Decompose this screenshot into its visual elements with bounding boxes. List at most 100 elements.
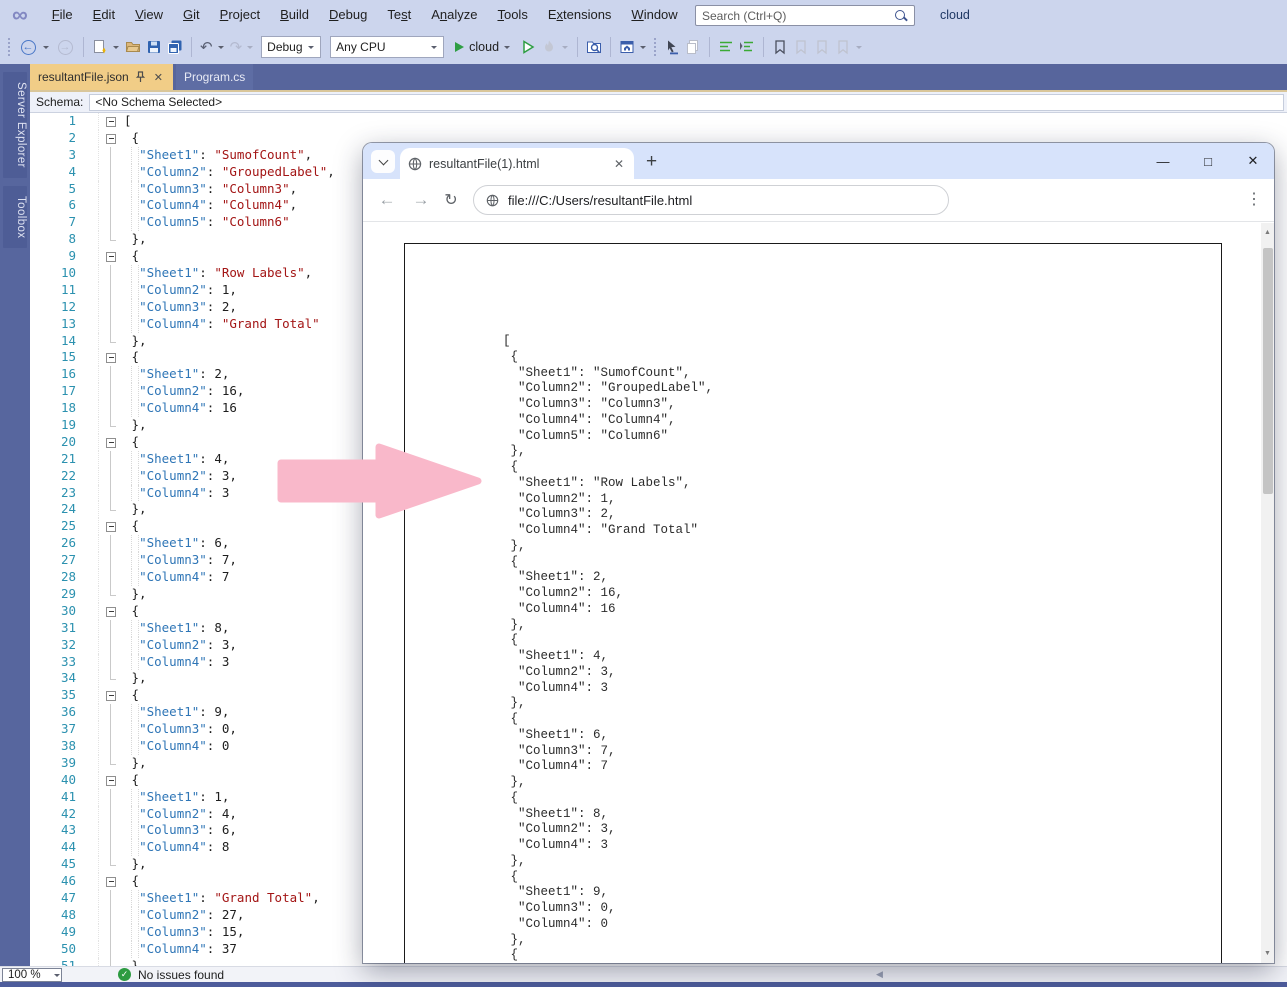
code-text: "Column4": 16	[124, 400, 237, 417]
chevron-down-icon	[562, 46, 568, 52]
scroll-down-icon[interactable]: ▼	[1261, 950, 1274, 957]
browser-scrollbar[interactable]: ▲ ▼	[1261, 223, 1274, 963]
address-bar[interactable]: file:///C:/Users/resultantFile.html	[473, 185, 949, 215]
open-file-icon[interactable]	[125, 39, 141, 55]
navigate-back-icon[interactable]: ←	[18, 36, 38, 58]
menu-view[interactable]: View	[125, 0, 173, 30]
tab-program-cs[interactable]: Program.cs	[176, 64, 253, 90]
browser-window: resultantFile(1).html ✕ + — □ ✕ ← → ↻ fi…	[363, 143, 1274, 963]
forward-button[interactable]: →	[411, 190, 431, 210]
fold-toggle-icon[interactable]	[98, 130, 124, 147]
code-text: },	[124, 856, 147, 873]
menu-window[interactable]: Window	[621, 0, 687, 30]
close-tab-icon[interactable]: ✕	[612, 157, 626, 171]
sidebar-tab-server-explorer[interactable]: Server Explorer	[3, 72, 27, 178]
search-icon[interactable]	[894, 9, 908, 23]
new-project-icon[interactable]	[92, 39, 108, 55]
menu-edit[interactable]: Edit	[83, 0, 125, 30]
schema-select[interactable]: <No Schema Selected>	[89, 94, 1284, 111]
reload-button[interactable]: ↻	[441, 190, 461, 210]
new-tab-button[interactable]: +	[646, 149, 657, 175]
tab-search-button[interactable]	[371, 150, 395, 173]
redo-icon: ↷	[230, 40, 243, 55]
fold-toggle-icon[interactable]	[98, 687, 124, 704]
tab-label: Program.cs	[184, 70, 245, 84]
zoom-select[interactable]: 100 %	[2, 968, 62, 982]
line-number: 17	[30, 383, 90, 400]
json-line: {	[503, 712, 713, 728]
solution-platform-select[interactable]: Any CPU	[330, 36, 444, 58]
toolbar-grip-handle[interactable]	[8, 38, 11, 56]
pin-icon[interactable]	[135, 71, 146, 83]
solution-config-select[interactable]: Debug	[261, 36, 321, 58]
browser-menu-icon[interactable]: ⋮	[1246, 189, 1262, 209]
editor-line[interactable]: 1[	[30, 113, 1287, 130]
new-window-icon[interactable]	[619, 39, 635, 55]
minimize-button[interactable]: —	[1156, 154, 1170, 169]
toolbar-separator	[83, 37, 84, 57]
scrollbar-thumb[interactable]	[1263, 248, 1273, 494]
format-document-icon[interactable]	[718, 39, 734, 55]
menu-file[interactable]: File	[42, 0, 83, 30]
menu-analyze[interactable]: Analyze	[421, 0, 487, 30]
close-button[interactable]: ✕	[1246, 153, 1260, 169]
code-text: {	[124, 603, 139, 620]
browser-tab[interactable]: resultantFile(1).html ✕	[400, 148, 634, 179]
line-number: 43	[30, 822, 90, 839]
fold-toggle-icon[interactable]	[98, 603, 124, 620]
chevron-down-icon[interactable]	[640, 46, 646, 52]
start-debug-button[interactable]: cloud	[451, 35, 515, 59]
code-text: "Sheet1": 9,	[124, 704, 229, 721]
format-selection-icon[interactable]	[739, 39, 755, 55]
fold-toggle-icon[interactable]	[98, 434, 124, 451]
fold-toggle-icon[interactable]	[98, 113, 124, 130]
fold-toggle-icon[interactable]	[98, 349, 124, 366]
screenshot-root: ∞ FileEditViewGitProjectBuildDebugTestAn…	[0, 0, 1287, 987]
save-all-icon[interactable]	[167, 39, 183, 55]
search-input[interactable]	[702, 9, 894, 23]
find-in-files-icon[interactable]	[586, 39, 602, 55]
fold-toggle-icon[interactable]	[98, 248, 124, 265]
json-line: {	[503, 350, 713, 366]
menu-git[interactable]: Git	[173, 0, 210, 30]
fold-connector	[98, 890, 124, 907]
code-text: {	[124, 434, 139, 451]
scroll-up-icon[interactable]: ▲	[1261, 229, 1274, 236]
document-health-icon[interactable]: ✓	[118, 968, 131, 981]
back-button[interactable]: ←	[377, 190, 397, 210]
toolbar-grip-handle[interactable]	[654, 38, 657, 56]
sidebar-tab-toolbox[interactable]: Toolbox	[3, 186, 27, 248]
chevron-down-icon[interactable]	[113, 46, 119, 52]
menu-test[interactable]: Test	[377, 0, 421, 30]
undo-icon[interactable]: ↶	[200, 40, 213, 55]
code-text: "Column3": 7,	[124, 552, 237, 569]
menu-build[interactable]: Build	[270, 0, 319, 30]
tab-resultantfile-json[interactable]: resultantFile.json ✕	[30, 64, 173, 90]
fold-toggle-icon[interactable]	[98, 772, 124, 789]
menu-project[interactable]: Project	[210, 0, 270, 30]
clear-bookmarks-icon	[835, 39, 851, 55]
menu-tools[interactable]: Tools	[487, 0, 537, 30]
hscroll-left-arrow-icon[interactable]: ◀	[876, 969, 883, 980]
bookmark-icon[interactable]	[772, 39, 788, 55]
fold-toggle-icon[interactable]	[98, 873, 124, 890]
start-without-debug-icon[interactable]	[520, 39, 536, 55]
save-icon[interactable]	[146, 39, 162, 55]
code-text: "Column4": 3	[124, 654, 229, 671]
vs-toolbar: ← → ↶ ↷ Debug Any CPU	[0, 30, 1287, 64]
menu-debug[interactable]: Debug	[319, 0, 377, 30]
signed-in-account[interactable]: cloud	[940, 0, 970, 30]
code-text: "Sheet1": 8,	[124, 620, 229, 637]
json-line: {	[503, 555, 713, 571]
menu-extensions[interactable]: Extensions	[538, 0, 622, 30]
code-text: {	[124, 349, 139, 366]
fold-toggle-icon[interactable]	[98, 518, 124, 535]
close-tab-icon[interactable]: ✕	[152, 71, 165, 84]
maximize-button[interactable]: □	[1201, 154, 1215, 169]
line-number: 10	[30, 265, 90, 282]
quick-search-box[interactable]	[695, 5, 915, 26]
chevron-down-icon[interactable]	[43, 46, 49, 52]
navigate-cursor-icon[interactable]	[664, 39, 680, 55]
vs-title-bar: ∞ FileEditViewGitProjectBuildDebugTestAn…	[0, 0, 1287, 30]
chevron-down-icon[interactable]	[218, 46, 224, 52]
